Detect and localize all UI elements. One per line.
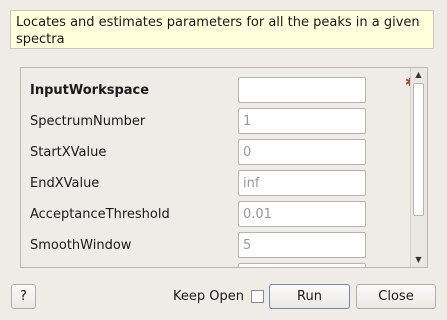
property-label-end-x-value: EndXValue [30,176,100,191]
property-row-acceptance-threshold: AcceptanceThreshold [21,200,411,231]
keep-open-checkbox[interactable] [251,290,264,303]
property-label-spectrum-number: SpectrumNumber [30,114,146,129]
property-panel: InputWorkspace SpectrumNumber StartXValu… [20,67,428,268]
property-list: InputWorkspace SpectrumNumber StartXValu… [21,68,411,267]
close-button[interactable]: Close [356,284,436,309]
property-label-input-workspace: InputWorkspace [30,83,150,98]
keep-open-label: Keep Open [173,289,244,304]
property-row-end-x-value: EndXValue [21,169,411,200]
start-x-value-field[interactable] [238,139,366,165]
vertical-scrollbar[interactable]: ▲ ▼ [410,68,427,267]
triangle-up-icon[interactable]: ▲ [411,68,426,82]
acceptance-threshold-field[interactable] [238,201,366,227]
property-row-spectrum-number: SpectrumNumber [21,107,411,138]
property-label-start-x-value: StartXValue [30,145,107,160]
property-row-smooth-window: SmoothWindow [21,231,411,262]
spectrum-number-field[interactable] [238,108,366,134]
property-row-start-x-value: StartXValue [21,138,411,169]
next-property-field[interactable] [238,263,366,267]
property-row-input-workspace: InputWorkspace [21,76,411,107]
run-button[interactable]: Run [269,284,350,309]
smooth-window-field[interactable] [238,232,366,258]
property-label-smooth-window: SmoothWindow [30,238,132,253]
property-label-acceptance-threshold: AcceptanceThreshold [30,207,170,222]
input-workspace-field[interactable] [238,77,366,103]
end-x-value-field[interactable] [238,170,366,196]
scrollbar-thumb[interactable] [413,83,424,216]
property-row-next [21,262,411,267]
help-button[interactable]: ? [11,284,36,309]
triangle-down-icon[interactable]: ▼ [411,253,426,267]
algorithm-description: Locates and estimates parameters for all… [10,10,434,49]
